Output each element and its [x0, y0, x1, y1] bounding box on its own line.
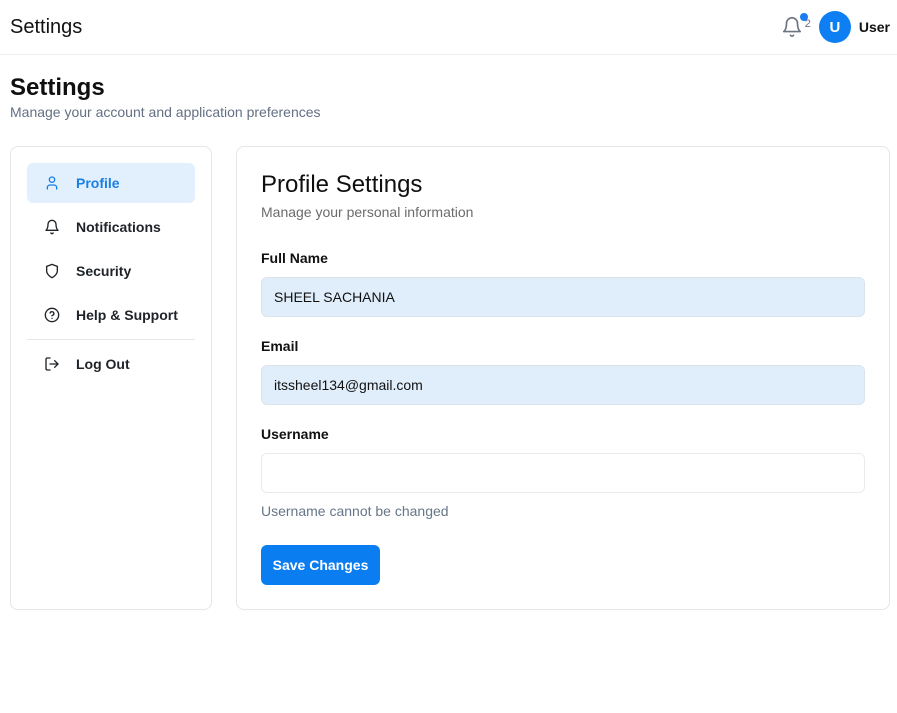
notifications-button[interactable]: 2: [781, 13, 811, 40]
top-bar: Settings 2 U User: [0, 0, 897, 55]
section-subtitle: Manage your personal information: [261, 204, 474, 220]
user-icon: [43, 174, 61, 192]
profile-settings-card: Profile Settings Manage your personal in…: [236, 146, 890, 610]
logout-icon: [43, 355, 61, 373]
page-subtitle: Manage your account and application pref…: [10, 104, 321, 120]
email-input[interactable]: [261, 365, 865, 405]
sidebar-divider: [27, 339, 195, 340]
notification-count-badge: 2: [804, 18, 811, 30]
username-helper-text: Username cannot be changed: [261, 503, 449, 519]
sidebar-item-label: Notifications: [76, 219, 161, 235]
full-name-input[interactable]: [261, 277, 865, 317]
save-changes-button[interactable]: Save Changes: [261, 545, 380, 585]
avatar[interactable]: U: [818, 11, 851, 43]
sidebar-item-security[interactable]: Security: [27, 251, 195, 291]
sidebar-item-label: Profile: [76, 175, 120, 191]
bell-icon: [43, 218, 61, 236]
topbar-actions: 2 U User: [781, 11, 890, 43]
logout-label: Log Out: [76, 356, 130, 372]
help-circle-icon: [43, 306, 61, 324]
page-title: Settings: [10, 74, 105, 101]
user-name[interactable]: User: [859, 19, 890, 35]
app-title: Settings: [10, 15, 83, 38]
username-input[interactable]: [261, 453, 865, 493]
sidebar-item-profile[interactable]: Profile: [27, 163, 195, 203]
settings-sidebar: Profile Notifications Security Help & Su…: [10, 146, 212, 610]
section-title: Profile Settings: [261, 171, 423, 198]
sidebar-item-notifications[interactable]: Notifications: [27, 207, 195, 247]
username-label: Username: [261, 426, 329, 442]
sidebar-item-label: Security: [76, 263, 132, 279]
email-label: Email: [261, 338, 299, 354]
full-name-label: Full Name: [261, 250, 328, 266]
shield-icon: [43, 262, 61, 280]
sidebar-item-label: Help & Support: [76, 307, 178, 323]
logout-button[interactable]: Log Out: [27, 344, 195, 384]
sidebar-item-help[interactable]: Help & Support: [27, 295, 195, 335]
